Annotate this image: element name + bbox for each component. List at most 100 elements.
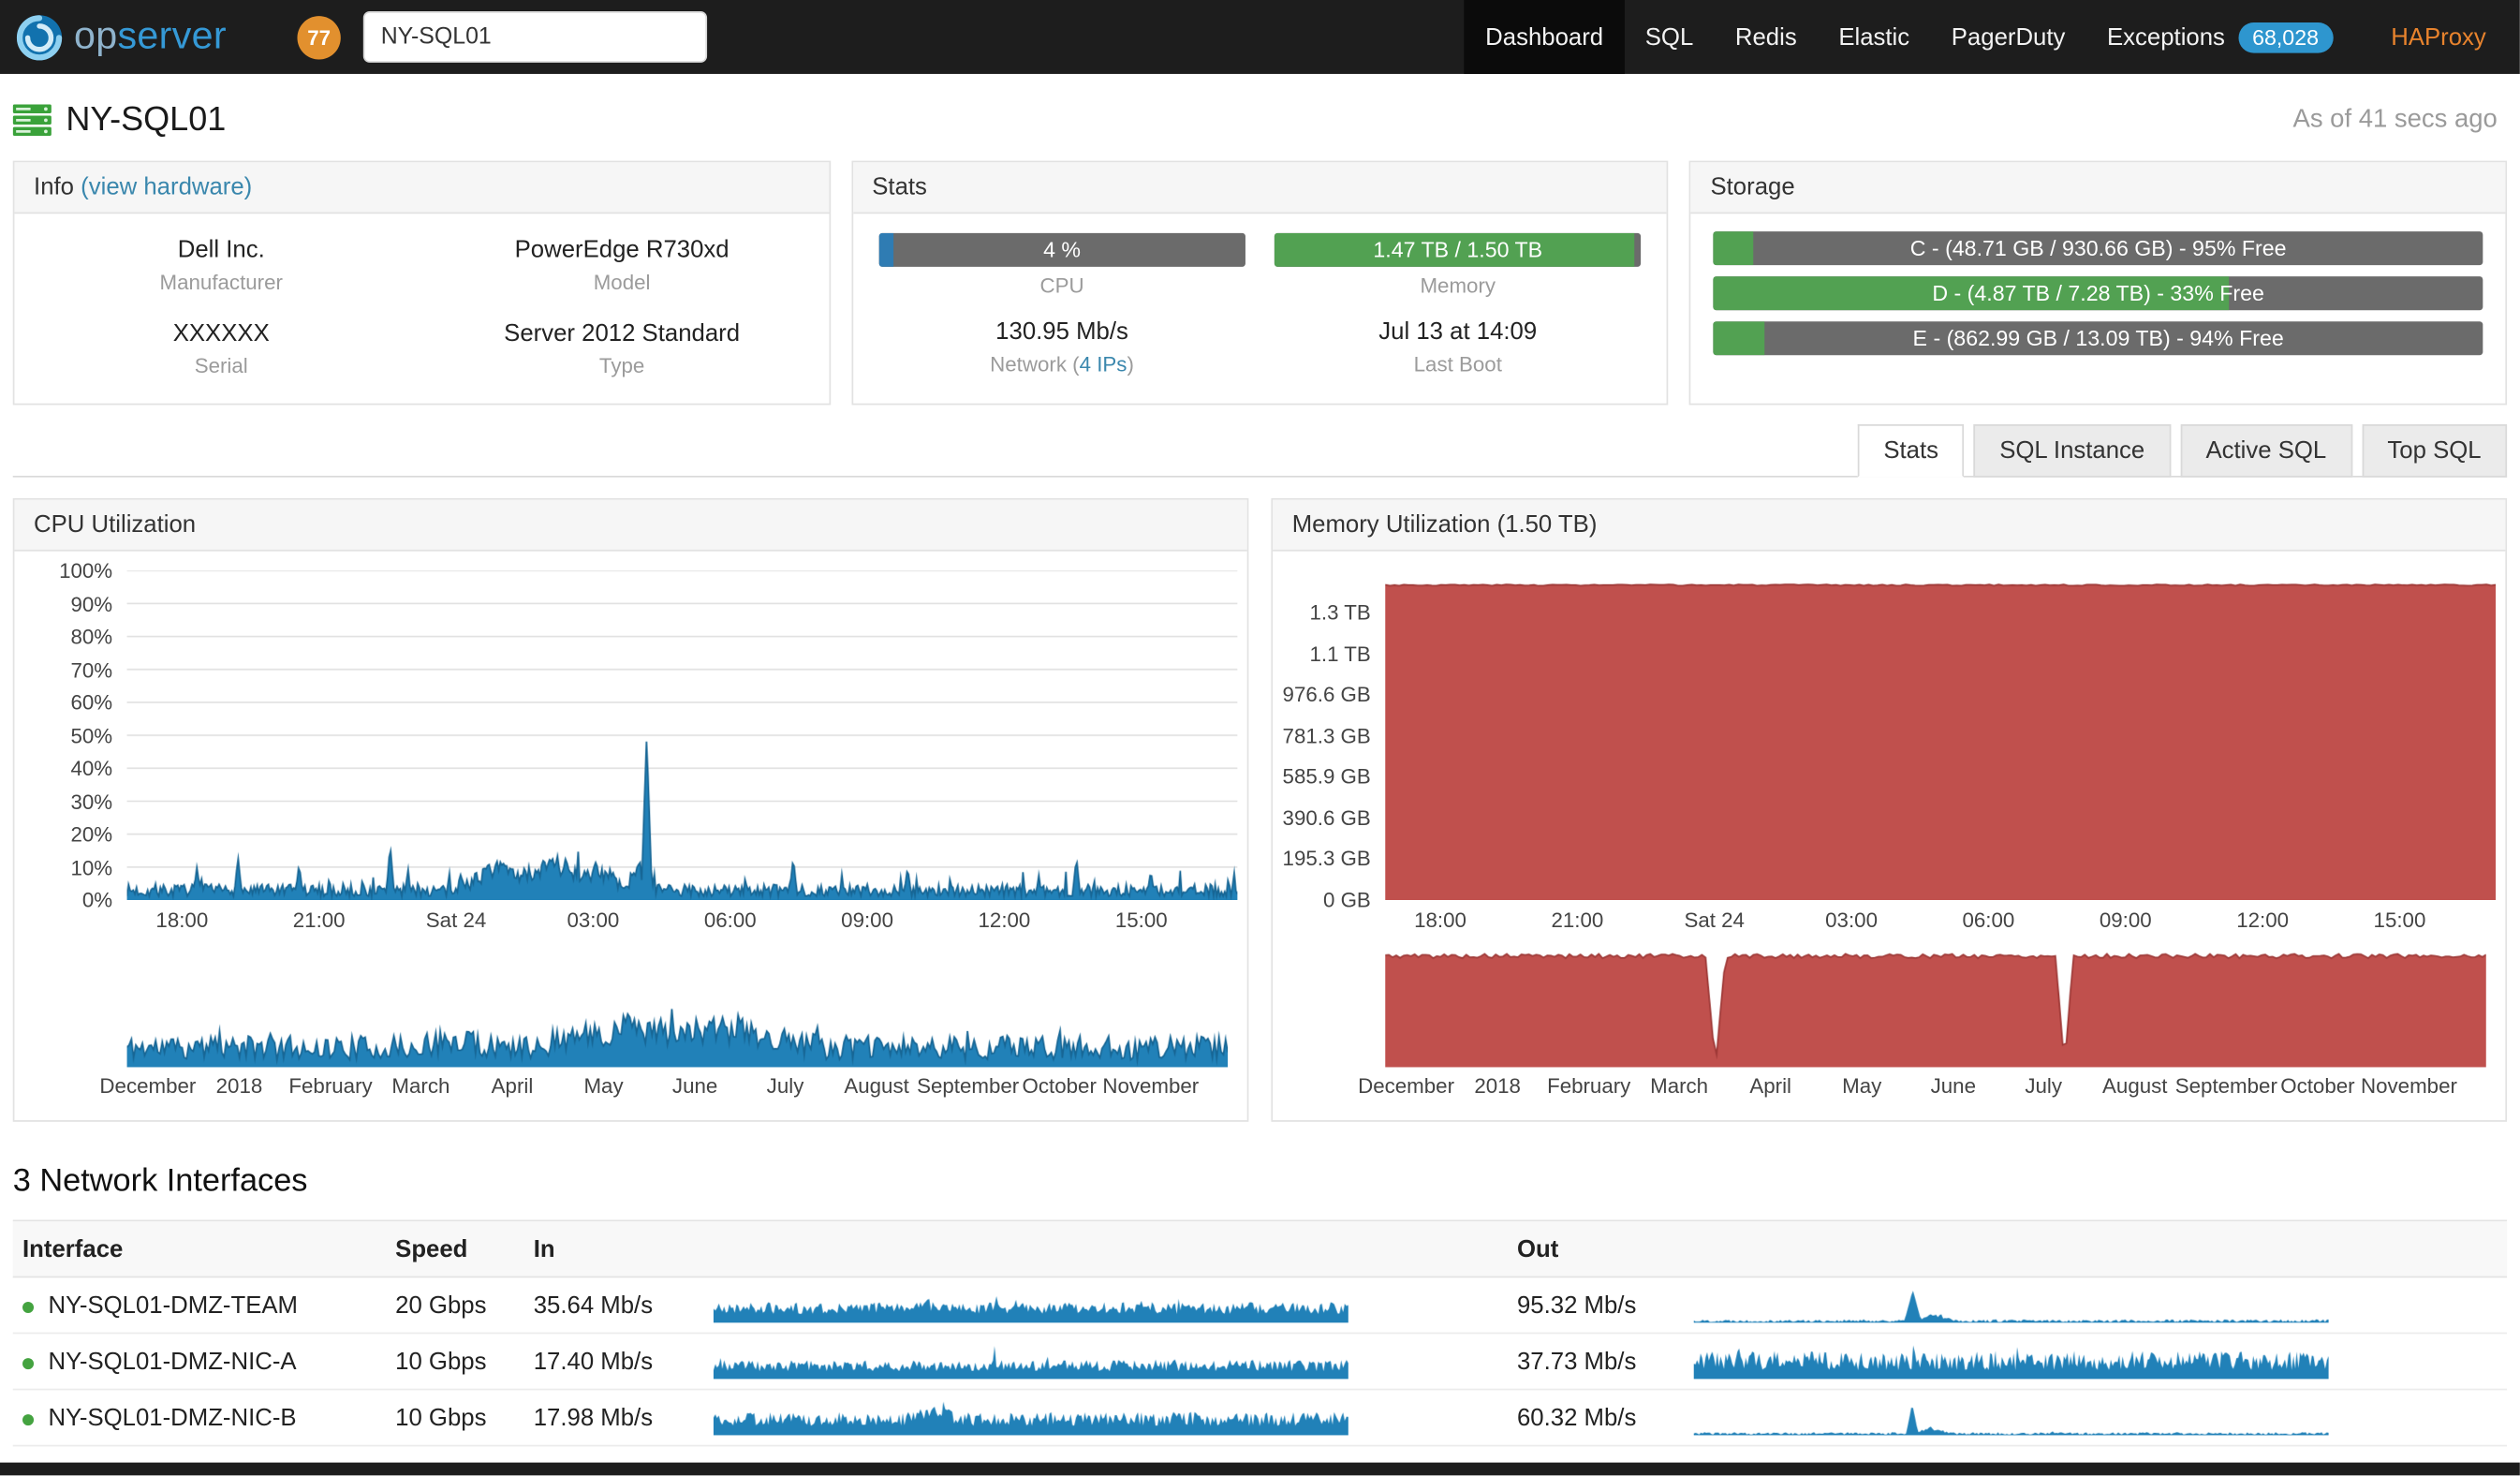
interface-out-rate: 95.32 Mb/s bbox=[1508, 1282, 1685, 1329]
network-label-suffix: ) bbox=[1127, 352, 1133, 376]
tab-stats[interactable]: Stats bbox=[1858, 424, 1965, 478]
nav-item-exceptions[interactable]: Exceptions68,028 bbox=[2086, 0, 2354, 74]
info-grid: Dell Inc. Manufacturer PowerEdge R730xd … bbox=[14, 214, 828, 403]
axis-tick-label: November bbox=[1102, 1073, 1199, 1098]
interface-speed: 10 Gbps bbox=[386, 1338, 524, 1385]
nav-item-label: Exceptions bbox=[2107, 23, 2225, 51]
interface-name: NY-SQL01-DMZ-TEAM bbox=[48, 1292, 298, 1319]
memory-overview-brush[interactable] bbox=[1385, 945, 2486, 1067]
storage-drive-bar: C - (48.71 GB / 930.66 GB) - 95% Free bbox=[1714, 231, 2483, 265]
boot-stat: Jul 13 at 14:09 Last Boot bbox=[1275, 318, 1642, 376]
axis-tick-label: 0% bbox=[82, 888, 112, 912]
type-value: Server 2012 Standard bbox=[428, 319, 816, 347]
network-table-body: NY-SQL01-DMZ-TEAM20 Gbps35.64 Mb/s95.32 … bbox=[13, 1277, 2507, 1446]
interface-name: NY-SQL01-DMZ-NIC-A bbox=[48, 1348, 296, 1375]
nav-item-haproxy[interactable]: HAProxy bbox=[2370, 0, 2507, 74]
memory-bar-text: 1.47 TB / 1.50 TB bbox=[1275, 233, 1642, 267]
axis-tick-label: Sat 24 bbox=[1684, 908, 1745, 933]
axis-tick-label: May bbox=[1842, 1073, 1881, 1098]
axis-tick-label: August bbox=[2102, 1073, 2167, 1098]
info-title: Info bbox=[34, 173, 74, 200]
stats-panel: Stats 4 % CPU 1.47 TB / 1.50 TB Memory bbox=[851, 161, 1669, 406]
model-label: Model bbox=[428, 270, 816, 294]
charts-row: CPU Utilization 100%90%80%70%60%50%40%30… bbox=[13, 498, 2507, 1122]
axis-tick-label: 09:00 bbox=[2100, 908, 2152, 933]
memory-usage-bar: 1.47 TB / 1.50 TB bbox=[1275, 233, 1642, 267]
ips-link[interactable]: 4 IPs bbox=[1080, 352, 1127, 376]
top-navbar: opserver 77 Dashboard SQL Redis ElasticPage… bbox=[0, 0, 2520, 74]
network-interface-row[interactable]: NY-SQL01-DMZ-TEAM20 Gbps35.64 Mb/s95.32 … bbox=[13, 1277, 2507, 1334]
axis-tick-label: 585.9 GB bbox=[1283, 765, 1371, 790]
axis-tick-label: 100% bbox=[59, 558, 112, 583]
last-boot-value: Jul 13 at 14:09 bbox=[1275, 318, 1642, 346]
server-name: NY-SQL01 bbox=[66, 101, 226, 140]
cpu-chart-title: CPU Utilization bbox=[14, 500, 1246, 552]
axis-tick-label: 03:00 bbox=[1825, 908, 1878, 933]
network-label-prefix: Network ( bbox=[990, 352, 1079, 376]
memory-main-chart[interactable] bbox=[1385, 570, 2496, 900]
view-hardware-link[interactable]: (view hardware) bbox=[81, 173, 252, 200]
axis-tick-label: December bbox=[1358, 1073, 1454, 1098]
axis-tick-label: 12:00 bbox=[979, 908, 1031, 933]
nav-item-sql[interactable]: SQL bbox=[1624, 0, 1714, 74]
opserver-logo[interactable]: opserver bbox=[16, 14, 227, 61]
tab-sql-instance[interactable]: SQL Instance bbox=[1974, 424, 2171, 478]
axis-tick-label: 50% bbox=[70, 723, 112, 747]
axis-tick-label: 30% bbox=[70, 790, 112, 814]
tab-active-sql[interactable]: Active SQL bbox=[2180, 424, 2352, 478]
storage-drive-bar: E - (862.99 GB / 13.09 TB) - 94% Free bbox=[1714, 321, 2483, 355]
nav-item-elastic[interactable]: Elastic bbox=[1818, 0, 1930, 74]
axis-tick-label: February bbox=[1547, 1073, 1630, 1098]
axis-tick-label: 0 GB bbox=[1323, 888, 1371, 912]
cpu-bar-text: 4 % bbox=[878, 233, 1245, 267]
last-updated-text: As of 41 secs ago bbox=[2293, 106, 2498, 135]
info-field: PowerEdge R730xd Model bbox=[428, 236, 816, 294]
axis-tick-label: 2018 bbox=[216, 1073, 263, 1098]
axis-tick-label: 1.3 TB bbox=[1309, 601, 1370, 626]
axis-tick-label: June bbox=[672, 1073, 717, 1098]
axis-tick-label: 03:00 bbox=[567, 908, 619, 933]
logo-op-text: op bbox=[74, 14, 118, 57]
issue-count-badge[interactable]: 77 bbox=[297, 15, 340, 58]
nav-item-redis[interactable]: Redis bbox=[1715, 0, 1818, 74]
nav-item-label: Dashboard bbox=[1485, 23, 1603, 51]
node-search-input[interactable] bbox=[363, 11, 707, 63]
nav-item-pagerduty[interactable]: PagerDuty bbox=[1930, 0, 2085, 74]
axis-tick-label: 70% bbox=[70, 657, 112, 682]
interface-speed: 20 Gbps bbox=[386, 1282, 524, 1329]
network-interface-row[interactable]: NY-SQL01-DMZ-NIC-A10 Gbps17.40 Mb/s37.73… bbox=[13, 1334, 2507, 1390]
nav-item-dashboard[interactable]: Dashboard bbox=[1465, 0, 1625, 74]
storage-drive-text: C - (48.71 GB / 930.66 GB) - 95% Free bbox=[1714, 231, 2483, 265]
memory-label: Memory bbox=[1275, 273, 1642, 298]
axis-tick-label: 21:00 bbox=[293, 908, 346, 933]
cpu-x-axis: 18:0021:00Sat 2403:0006:0009:0012:0015:0… bbox=[127, 900, 1229, 936]
interface-name-cell: NY-SQL01-DMZ-TEAM bbox=[13, 1282, 386, 1329]
col-out: Out bbox=[1508, 1226, 1685, 1273]
table-header-row: Interface Speed In Out bbox=[13, 1221, 2507, 1277]
col-speed: Speed bbox=[386, 1226, 524, 1273]
nav-item-label: Redis bbox=[1735, 23, 1797, 51]
network-interface-row[interactable]: NY-SQL01-DMZ-NIC-B10 Gbps17.98 Mb/s60.32… bbox=[13, 1390, 2507, 1446]
axis-tick-label: 40% bbox=[70, 756, 112, 780]
tab-top-sql[interactable]: Top SQL bbox=[2362, 424, 2507, 478]
interface-name: NY-SQL01-DMZ-NIC-B bbox=[48, 1404, 296, 1431]
axis-tick-label: 10% bbox=[70, 855, 112, 879]
view-tabs: StatsSQL InstanceActive SQLTop SQL bbox=[13, 424, 2507, 478]
serial-label: Serial bbox=[27, 354, 415, 378]
axis-tick-label: 18:00 bbox=[155, 908, 208, 933]
interface-out-rate: 60.32 Mb/s bbox=[1508, 1395, 1685, 1441]
interface-out-rate: 37.73 Mb/s bbox=[1508, 1338, 1685, 1385]
model-value: PowerEdge R730xd bbox=[428, 236, 816, 263]
memory-y-axis: 1.3 TB1.1 TB976.6 GB781.3 GB585.9 GB390.… bbox=[1273, 570, 1385, 900]
cpu-overview-brush[interactable] bbox=[127, 945, 1229, 1067]
cpu-label: CPU bbox=[878, 273, 1245, 298]
manufacturer-value: Dell Inc. bbox=[27, 236, 415, 263]
col-interface: Interface bbox=[13, 1226, 386, 1273]
axis-tick-label: Sat 24 bbox=[426, 908, 487, 933]
status-dot bbox=[22, 1413, 34, 1424]
interface-speed: 10 Gbps bbox=[386, 1395, 524, 1441]
cpu-main-chart[interactable] bbox=[127, 570, 1238, 900]
axis-tick-label: 2018 bbox=[1474, 1073, 1521, 1098]
status-dot bbox=[22, 1357, 34, 1368]
axis-tick-label: July bbox=[767, 1073, 804, 1098]
